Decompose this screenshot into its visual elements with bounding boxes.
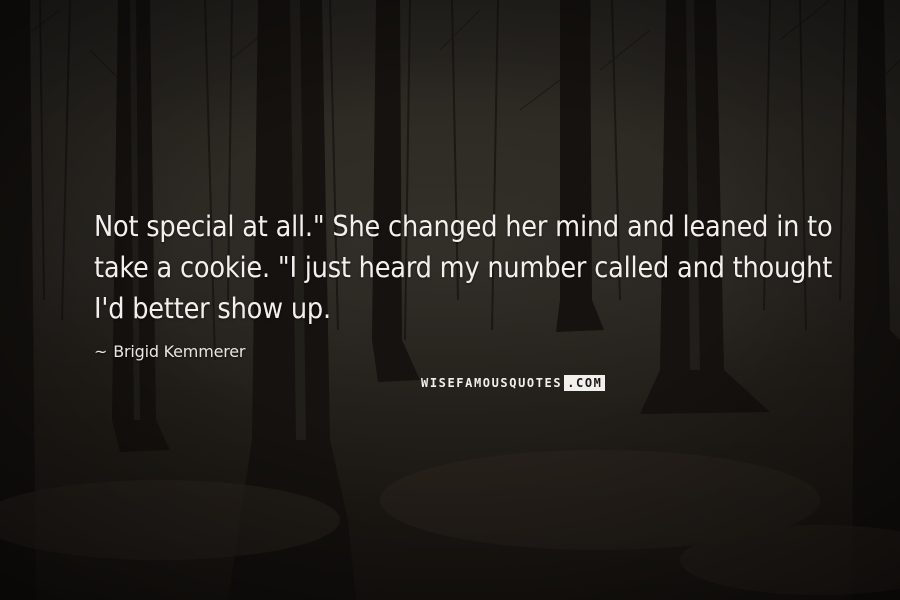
- author-attribution: ~ Brigid Kemmerer: [94, 341, 245, 363]
- site-watermark: WISEFAMOUSQUOTES .COM: [420, 375, 620, 391]
- author-name: Brigid Kemmerer: [113, 342, 246, 361]
- watermark-name: WISEFAMOUSQUOTES: [421, 376, 563, 390]
- watermark-domain: .COM: [564, 375, 605, 391]
- quote-text: Not special at all." She changed her min…: [94, 210, 833, 325]
- author-prefix: ~: [94, 342, 108, 361]
- quote-card: Not special at all." She changed her min…: [0, 0, 900, 600]
